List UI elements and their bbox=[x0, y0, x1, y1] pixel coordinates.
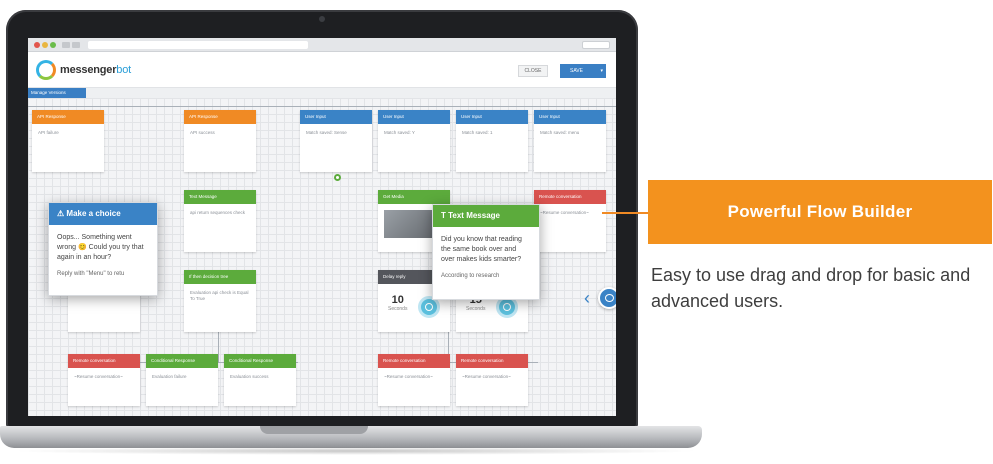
close-button[interactable]: CLOSE bbox=[518, 65, 548, 77]
node-body: Evaluation failure bbox=[152, 374, 187, 379]
node-header: Remote conversation bbox=[68, 354, 140, 368]
popup-title: Text Message bbox=[448, 211, 500, 220]
delay-value: 10 Seconds bbox=[388, 294, 407, 312]
node-header: Get Media bbox=[378, 190, 450, 204]
node-header: User Input bbox=[456, 110, 528, 124]
flow-node[interactable]: User Input Match saved: Sense bbox=[300, 110, 372, 172]
node-body: api return sequences check bbox=[190, 210, 246, 215]
feature-description: Easy to use drag and drop for basic and … bbox=[651, 265, 971, 311]
node-header: Conditional Response bbox=[146, 354, 218, 368]
forward-arrow-icon[interactable] bbox=[72, 42, 80, 48]
node-body: Match saved: menu bbox=[540, 130, 580, 135]
popup-footer: Reply with "Menu" to retu bbox=[57, 271, 125, 277]
node-body: Evaluation success bbox=[230, 374, 269, 379]
address-bar[interactable] bbox=[88, 41, 308, 49]
connector-line bbox=[28, 106, 616, 107]
save-dropdown-icon[interactable]: ▾ bbox=[600, 64, 603, 78]
node-body: ~Resume conversation~ bbox=[540, 210, 589, 215]
node-header: If then decision tree bbox=[184, 270, 256, 284]
node-header: Remote conversation bbox=[534, 190, 606, 204]
node-body: Evaluation api check is Equal To True bbox=[190, 290, 249, 301]
node-header: Remote conversation bbox=[378, 354, 450, 368]
flow-node[interactable]: Remote conversation ~Resume conversation… bbox=[456, 354, 528, 406]
app-header: messengerbot CLOSE SAVE ▾ bbox=[28, 52, 616, 88]
browser-chrome bbox=[28, 38, 616, 52]
node-header: Remote conversation bbox=[456, 354, 528, 368]
alert-icon: ⚠ bbox=[57, 209, 67, 218]
add-node-handle[interactable] bbox=[334, 174, 341, 181]
marketing-stage: messengerbot CLOSE SAVE ▾ Manage Versions… bbox=[0, 0, 993, 464]
node-body: ~Resume conversation~ bbox=[462, 374, 511, 379]
node-body: Match saved: 1 bbox=[462, 130, 493, 135]
flow-node[interactable]: User Input Match saved: menu bbox=[534, 110, 606, 172]
node-header: User Input bbox=[378, 110, 450, 124]
app-logo-text: messengerbot bbox=[60, 64, 131, 76]
logo-main-text: messenger bbox=[60, 64, 117, 76]
maximize-window-icon[interactable] bbox=[50, 42, 56, 48]
save-button[interactable]: SAVE ▾ bbox=[560, 64, 606, 78]
node-body: ~Resume conversation~ bbox=[74, 374, 123, 379]
save-label: SAVE bbox=[570, 68, 583, 74]
chevron-left-icon[interactable]: ‹ bbox=[584, 288, 590, 309]
messengerbot-logo-icon bbox=[36, 60, 56, 80]
node-header: API Response bbox=[184, 110, 256, 124]
laptop-notch bbox=[260, 426, 368, 434]
browser-menu-button[interactable] bbox=[582, 41, 610, 49]
flow-node[interactable]: Conditional Response Evaluation success bbox=[224, 354, 296, 406]
popup-header: T Text Message bbox=[433, 205, 539, 227]
popup-header: ⚠ Make a choice bbox=[49, 203, 157, 225]
laptop-screen: messengerbot CLOSE SAVE ▾ Manage Versions… bbox=[28, 38, 616, 416]
node-body: Match saved: Sense bbox=[306, 130, 347, 135]
flow-node[interactable]: API Response API success bbox=[184, 110, 256, 172]
node-header: Conditional Response bbox=[224, 354, 296, 368]
delay-unit: Seconds bbox=[388, 306, 408, 312]
popup-title: Make a choice bbox=[66, 209, 121, 218]
manage-versions-tab[interactable]: Manage Versions bbox=[28, 88, 86, 98]
node-header: User Input bbox=[300, 110, 372, 124]
flow-node[interactable]: Remote conversation ~Resume conversation… bbox=[534, 190, 606, 252]
delay-unit: Seconds bbox=[466, 306, 486, 312]
popup-body: Did you know that reading the same book … bbox=[441, 236, 522, 263]
node-body: Match saved: Y bbox=[384, 130, 415, 135]
node-header: Text Message bbox=[184, 190, 256, 204]
close-window-icon[interactable] bbox=[34, 42, 40, 48]
camera-icon bbox=[319, 16, 325, 22]
flow-node[interactable]: User Input Match saved: Y bbox=[378, 110, 450, 172]
feature-callout: Powerful Flow Builder bbox=[648, 180, 992, 244]
flow-node[interactable]: If then decision tree Evaluation api che… bbox=[184, 270, 256, 332]
flow-node[interactable]: User Input Match saved: 1 bbox=[456, 110, 528, 172]
logo-accent-text: bot bbox=[116, 64, 131, 76]
node-header: API Response bbox=[32, 110, 104, 124]
laptop-shadow bbox=[10, 447, 700, 455]
flow-node[interactable]: Remote conversation ~Resume conversation… bbox=[378, 354, 450, 406]
flow-node[interactable]: Remote conversation ~Resume conversation… bbox=[68, 354, 140, 406]
make-a-choice-popup[interactable]: ⚠ Make a choice Oops... Something went w… bbox=[48, 202, 158, 296]
popup-body: Oops... Something went wrong 😊 Could you… bbox=[57, 234, 144, 261]
back-arrow-icon[interactable] bbox=[62, 42, 70, 48]
node-body: ~Resume conversation~ bbox=[384, 374, 433, 379]
laptop-lid: messengerbot CLOSE SAVE ▾ Manage Versions… bbox=[6, 10, 638, 428]
minimize-window-icon[interactable] bbox=[42, 42, 48, 48]
flow-node[interactable]: Conditional Response Evaluation failure bbox=[146, 354, 218, 406]
delay-number: 10 bbox=[391, 294, 404, 306]
callout-connector bbox=[602, 212, 650, 214]
node-body: API failure bbox=[38, 130, 59, 135]
popup-footer: According to research bbox=[441, 273, 500, 279]
chat-bubble-icon[interactable] bbox=[598, 287, 616, 309]
text-message-popup[interactable]: T Text Message Did you know that reading… bbox=[432, 204, 540, 300]
flow-node[interactable]: Text Message api return sequences check bbox=[184, 190, 256, 252]
node-header: User Input bbox=[534, 110, 606, 124]
flow-node[interactable]: API Response API failure bbox=[32, 110, 104, 172]
node-body: API success bbox=[190, 130, 215, 135]
flow-canvas[interactable]: API Response API failure API Response AP… bbox=[28, 98, 616, 416]
